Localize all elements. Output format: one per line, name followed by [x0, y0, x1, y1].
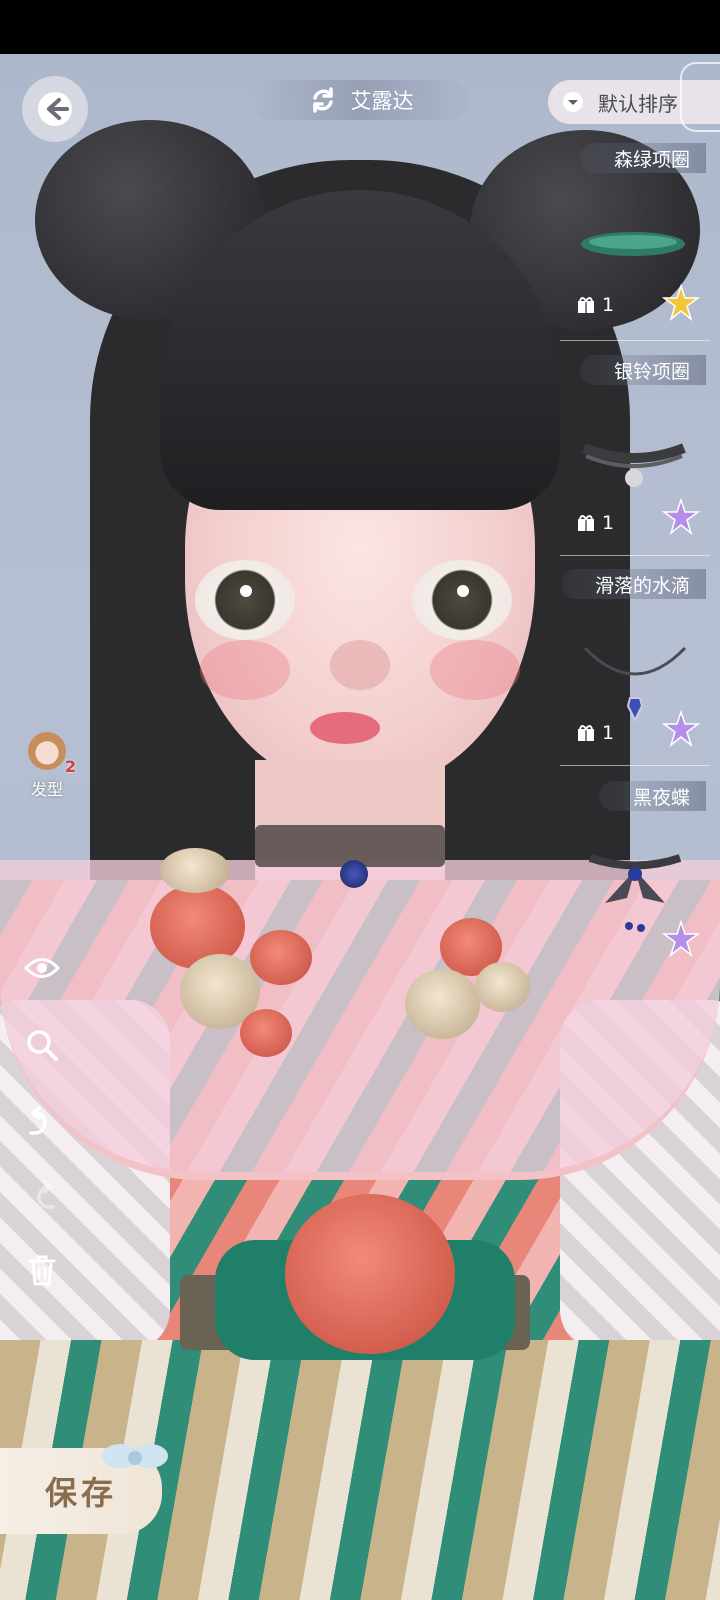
gift-box-icon	[578, 515, 594, 531]
item-count-3: 1	[576, 722, 614, 744]
hairstyle-count-badge: 2	[64, 757, 76, 776]
item-divider	[560, 555, 710, 556]
item-name-4[interactable]: 黑夜蝶	[598, 781, 706, 811]
gold-star-flower-icon	[662, 284, 700, 322]
rose-decoration	[285, 1194, 455, 1354]
trash-icon	[28, 1255, 56, 1286]
character-viewport[interactable]	[0, 54, 720, 1600]
item-divider	[560, 765, 710, 766]
character-cheek-left	[200, 640, 290, 700]
undo-icon	[29, 1106, 47, 1135]
rose-decoration	[475, 962, 530, 1012]
rose-decoration	[160, 848, 230, 893]
character-eye-left	[195, 560, 295, 640]
panel-corner-decoration	[680, 62, 720, 132]
item-count-2: 1	[576, 512, 614, 534]
rose-decoration	[405, 969, 480, 1039]
arrow-left-icon	[38, 92, 72, 126]
purple-star-flower-icon	[662, 920, 700, 958]
zoom-icon	[27, 1030, 58, 1061]
hairstyle-button[interactable]: 2 发型	[22, 732, 76, 804]
sort-label: 默认排序	[598, 91, 678, 116]
item-count-1: 1	[576, 294, 614, 316]
refresh-icon	[312, 87, 333, 113]
rose-decoration	[240, 1009, 292, 1057]
green-ribbon-choker-thumbnail[interactable]	[578, 228, 688, 268]
delete-button[interactable]	[22, 1250, 62, 1290]
item-name-3[interactable]: 滑落的水滴	[560, 569, 706, 599]
choker-gem	[340, 860, 368, 888]
silver-bell-choker-thumbnail[interactable]	[580, 438, 688, 498]
purple-star-flower-icon	[662, 498, 700, 536]
hairstyle-label: 发型	[30, 780, 63, 799]
item-divider	[560, 340, 710, 341]
eye-icon	[24, 958, 60, 978]
redo-button[interactable]	[22, 1176, 62, 1216]
undo-button[interactable]	[22, 1102, 62, 1142]
gift-box-icon	[578, 725, 594, 741]
visibility-toggle-button[interactable]	[22, 948, 62, 988]
chevron-down-icon	[563, 92, 583, 112]
character-cheek-right	[430, 640, 520, 700]
hairstyle-avatar-icon: 2	[28, 732, 76, 776]
status-bar	[0, 0, 720, 54]
purple-star-flower-icon	[662, 710, 700, 748]
character-nose	[330, 640, 390, 690]
item-name-1[interactable]: 森绿项圈	[579, 143, 706, 173]
character-mouth	[310, 712, 380, 744]
character-name: 艾露达	[350, 89, 414, 113]
redo-icon	[37, 1180, 55, 1209]
back-button[interactable]	[22, 76, 88, 142]
gift-box-icon	[578, 297, 594, 313]
zoom-button[interactable]	[22, 1025, 62, 1065]
item-name-2[interactable]: 银铃项圈	[579, 355, 706, 385]
rose-decoration	[250, 930, 312, 985]
character-switch[interactable]: 艾露达	[252, 80, 470, 120]
character-eye-right	[412, 560, 512, 640]
bow-decoration-icon	[102, 1444, 168, 1468]
